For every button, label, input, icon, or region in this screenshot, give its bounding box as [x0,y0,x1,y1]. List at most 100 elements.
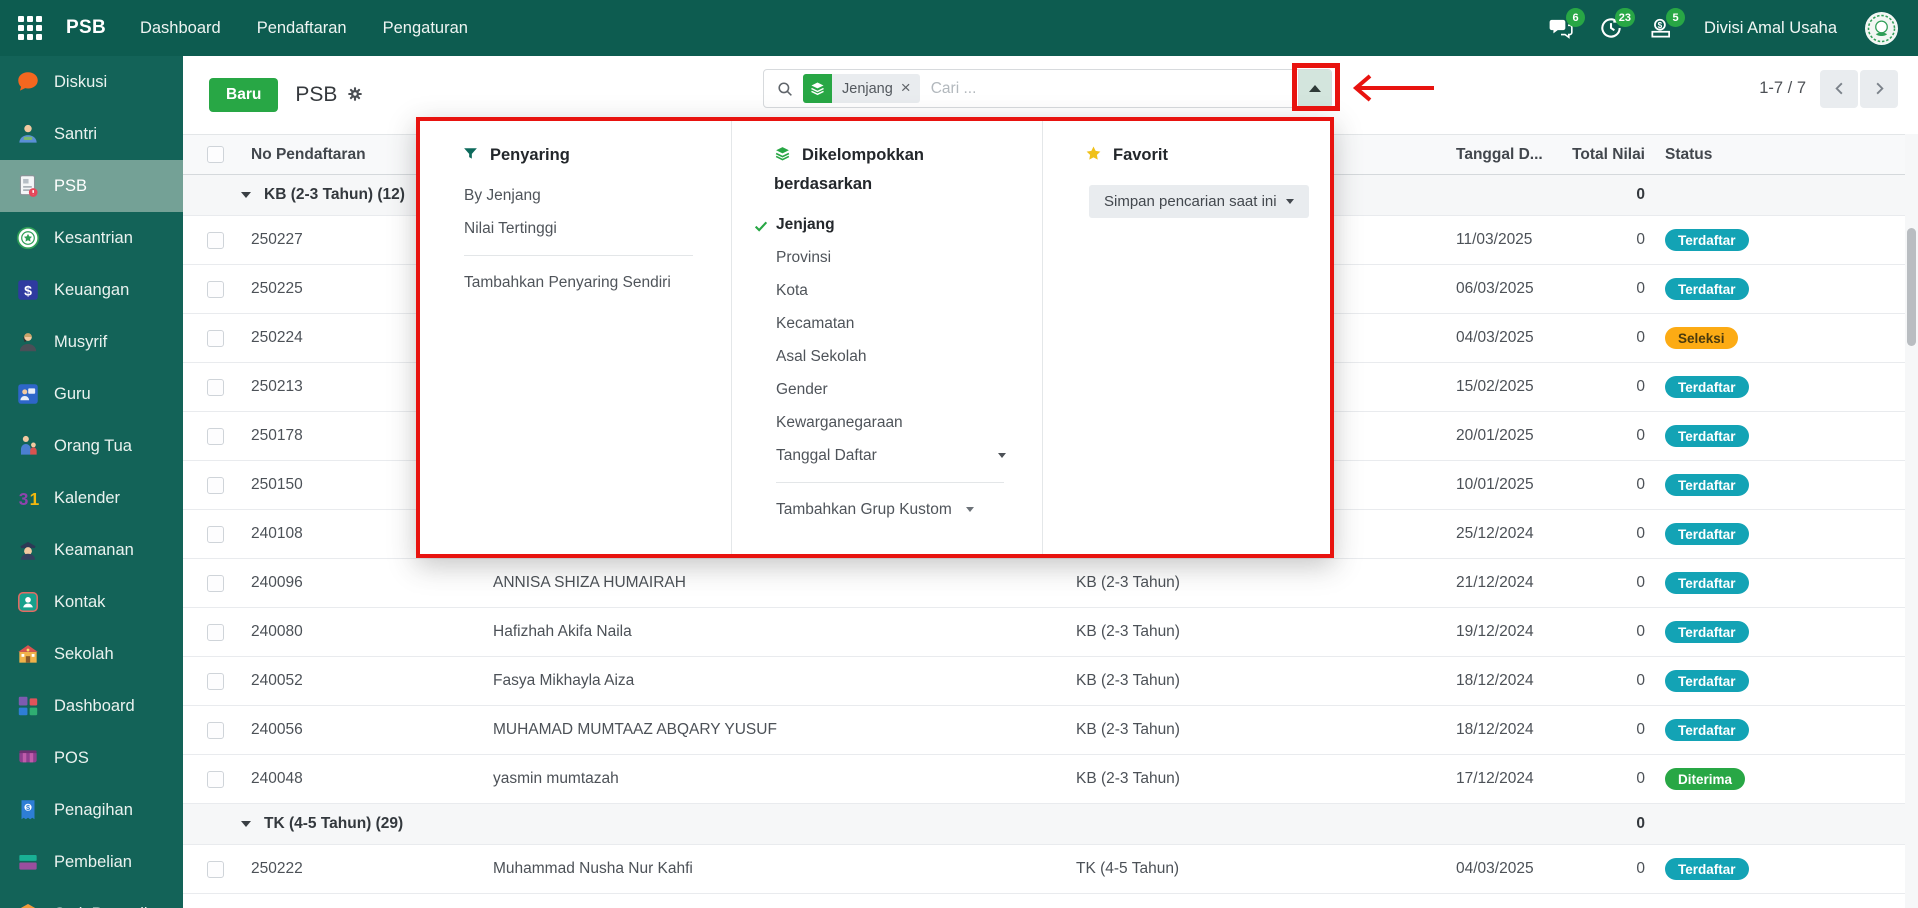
cell-nama: Hafizhah Akifa Naila [479,623,1076,641]
cell-no-pendaftaran: 240052 [239,672,479,690]
search-bar[interactable]: Jenjang × [763,69,1332,108]
penagihan-icon: $ [15,797,41,823]
nav-menu-item[interactable]: Pendaftaran [257,19,347,38]
table-row[interactable]: 240080 Hafizhah Akifa Naila KB (2-3 Tahu… [183,608,1918,657]
scrollbar-thumb[interactable] [1907,228,1916,346]
pager-range: 1-7 / 7 [1759,79,1806,98]
collapse-caret-icon[interactable] [241,192,251,198]
kalender-icon: 31 [15,485,41,511]
row-checkbox[interactable] [207,281,224,298]
sidebar-item[interactable]: Musyrif [0,316,183,368]
table-row[interactable]: 240052 Fasya Mikhayla Aiza KB (2-3 Tahun… [183,657,1918,706]
settings-gear-icon[interactable] [346,85,366,105]
table-row[interactable]: 250222 Muhammad Nusha Nur Kahfi TK (4-5 … [183,845,1918,894]
row-checkbox[interactable] [207,379,224,396]
user-name[interactable]: Divisi Amal Usaha [1704,19,1837,38]
sidebar-item-label: POS [54,749,89,768]
facet-remove-icon[interactable]: × [900,78,920,100]
row-checkbox[interactable] [207,330,224,347]
row-checkbox[interactable] [207,526,224,543]
search-input[interactable] [931,80,1298,98]
sidebar-item[interactable]: $ Keuangan [0,264,183,316]
messages-icon[interactable]: 6 [1548,15,1574,41]
activities-clock-icon[interactable]: 23 [1598,15,1624,41]
row-checkbox[interactable] [207,477,224,494]
filter-option[interactable]: By Jenjang [464,179,713,212]
status-badge: Terdaftar [1665,425,1749,447]
row-checkbox[interactable] [207,673,224,690]
activities-badge: 23 [1615,8,1635,27]
groupby-option[interactable]: Provinsi [776,241,1024,274]
row-checkbox[interactable] [207,428,224,445]
save-current-search-button[interactable]: Simpan pencarian saat ini [1089,185,1309,218]
table-row[interactable]: 240056 MUHAMAD MUMTAAZ ABQARY YUSUF KB (… [183,706,1918,755]
table-row[interactable]: 240048 yasmin mumtazah KB (2-3 Tahun) 17… [183,755,1918,804]
payments-badge: 5 [1666,8,1685,27]
groupby-option[interactable]: Jenjang [776,208,1024,241]
groupby-option[interactable]: Gender [776,373,1024,406]
add-custom-group[interactable]: Tambahkan Grup Kustom [776,493,1024,526]
nav-menu-item[interactable]: Dashboard [140,19,221,38]
sidebar-item[interactable]: 31 Kalender [0,472,183,524]
sidebar-item[interactable]: Orang Tua [0,420,183,472]
sidebar-item-label: Sekolah [54,645,114,664]
sidebar-item[interactable]: Pembelian [0,836,183,888]
cell-tanggal: 15/02/2025 [1446,378,1551,396]
payments-icon[interactable]: $ 5 [1648,15,1674,41]
groupby-option[interactable]: Tanggal Daftar [776,439,1024,472]
sidebar-item[interactable]: Kontak [0,576,183,628]
cell-no-pendaftaran: 250222 [239,860,479,878]
row-checkbox[interactable] [207,722,224,739]
app-title[interactable]: PSB [66,17,106,39]
sidebar-item[interactable]: Dashboard [0,680,183,732]
messages-badge: 6 [1566,8,1585,27]
sidebar-item-label: PSB [54,177,87,196]
sidebar-item[interactable]: Guru [0,368,183,420]
row-checkbox[interactable] [207,771,224,788]
group-label: TK (4-5 Tahun) (29) [264,815,403,833]
select-all-checkbox[interactable] [207,146,224,163]
sidebar-item[interactable]: PSB [0,160,183,212]
column-header-total-nilai[interactable]: Total Nilai [1551,146,1655,164]
scrollbar[interactable] [1905,134,1918,908]
column-header-tanggal[interactable]: Tanggal D... [1446,146,1551,164]
table-row[interactable]: 240096 ANNISA SHIZA HUMAIRAH KB (2-3 Tah… [183,559,1918,608]
sidebar-item[interactable]: Kesantrian [0,212,183,264]
avatar[interactable] [1865,12,1898,45]
search-facet: Jenjang × [803,74,920,103]
sidebar-item[interactable]: Santri [0,108,183,160]
status-badge: Terdaftar [1665,229,1749,251]
groupby-option[interactable]: Kecamatan [776,307,1024,340]
apps-grid-icon[interactable] [18,16,42,40]
groupby-option[interactable]: Kota [776,274,1024,307]
pager-next-button[interactable] [1860,70,1898,108]
cell-total-nilai: 0 [1551,574,1655,592]
sidebar-item[interactable]: $ Penagihan [0,784,183,836]
collapse-caret-icon[interactable] [241,821,251,827]
nav-menu-item[interactable]: Pengaturan [383,19,468,38]
groupby-option[interactable]: Kewarganegaraan [776,406,1024,439]
top-navbar: PSB DashboardPendaftaranPengaturan 6 23 … [0,0,1918,56]
row-checkbox[interactable] [207,624,224,641]
add-custom-filter[interactable]: Tambahkan Penyaring Sendiri [464,266,713,299]
sidebar-item[interactable]: Stok Persediaan [0,888,183,908]
cell-total-nilai: 0 [1551,427,1655,445]
filter-option[interactable]: Nilai Tertinggi [464,212,713,245]
column-header-status[interactable]: Status [1655,146,1918,164]
cell-tanggal: 20/01/2025 [1446,427,1551,445]
groupby-option[interactable]: Asal Sekolah [776,340,1024,373]
row-checkbox[interactable] [207,861,224,878]
sidebar-item[interactable]: POS [0,732,183,784]
new-record-button[interactable]: Baru [209,78,278,112]
cell-tanggal: 18/12/2024 [1446,672,1551,690]
status-badge: Seleksi [1665,327,1738,349]
row-checkbox[interactable] [207,575,224,592]
group-row[interactable]: TK (4-5 Tahun) (29) 0 [183,804,1918,845]
row-checkbox[interactable] [207,232,224,249]
sidebar-item[interactable]: Diskusi [0,56,183,108]
sidebar-item[interactable]: Keamanan [0,524,183,576]
sidebar-item-label: Diskusi [54,73,107,92]
pager-previous-button[interactable] [1820,70,1858,108]
sidebar-item[interactable]: Sekolah [0,628,183,680]
facet-label: Jenjang [832,81,900,97]
